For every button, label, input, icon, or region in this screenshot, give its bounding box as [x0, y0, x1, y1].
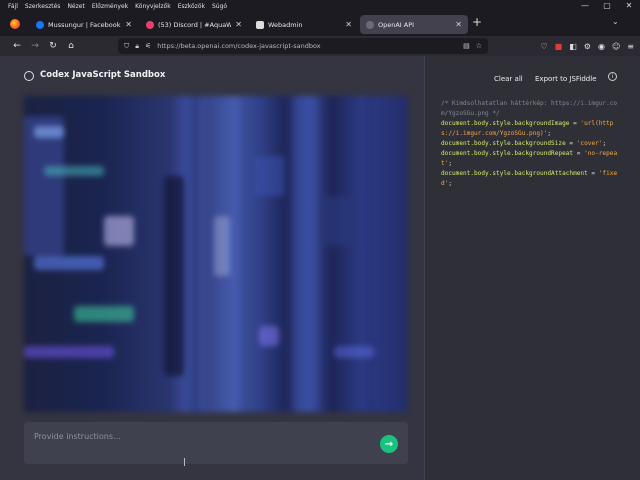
maximize-icon[interactable]: ▢	[596, 0, 618, 12]
pocket-icon[interactable]: ♡	[541, 42, 548, 51]
instructions-placeholder: Provide instructions...	[34, 432, 121, 441]
tab-openai[interactable]: OpenAI API ✕	[360, 15, 468, 34]
openai-logo-icon	[24, 71, 34, 81]
minimize-icon[interactable]: —	[574, 0, 596, 12]
instructions-input[interactable]: Provide instructions... →	[24, 422, 408, 464]
code-line: document.body.style.backgroundImage = 'u…	[441, 120, 614, 137]
code-line: document.body.style.backgroundSize = 'co…	[441, 140, 607, 147]
permissions-icon[interactable]: ⚟	[145, 42, 151, 50]
menu-help[interactable]: Súgó	[212, 3, 227, 10]
send-button[interactable]: →	[380, 435, 398, 453]
account-icon[interactable]: ☺	[612, 42, 620, 51]
tab-discord[interactable]: (53) Discord | #AquaWolf04 ✕	[140, 15, 248, 34]
code-panel: Clear all Export to JSFiddle i /* Kimdso…	[424, 56, 640, 480]
close-tab-icon[interactable]: ✕	[235, 20, 242, 29]
clear-all-button[interactable]: Clear all	[494, 72, 523, 85]
page-title: Codex JavaScript Sandbox	[40, 70, 166, 80]
sandbox-panel: Codex JavaScript Sandbox Provide instruc…	[0, 56, 424, 480]
code-line: document.body.style.backgroundRepeat = '…	[441, 150, 618, 167]
code-line: document.body.style.backgroundAttachment…	[441, 170, 618, 187]
vpn-icon[interactable]: ◉	[598, 42, 605, 51]
back-icon[interactable]: ←	[8, 41, 26, 51]
close-tab-icon[interactable]: ✕	[455, 20, 462, 29]
firefox-icon[interactable]	[10, 19, 20, 29]
reader-view-icon[interactable]: ▤	[463, 42, 470, 50]
facebook-icon	[36, 20, 44, 29]
arrow-right-icon: →	[384, 438, 394, 450]
shield-icon[interactable]: ⛉	[124, 42, 129, 51]
bookmark-star-icon[interactable]: ☆	[476, 42, 482, 50]
tab-label: Webadmin	[268, 20, 303, 29]
reload-icon[interactable]: ↻	[44, 41, 62, 51]
extensions-toolbar: ♡ ■ ◧ ⚙ ◉ ☺ ≡	[541, 38, 635, 54]
tab-label: Mussungur | Facebook	[48, 20, 121, 29]
output-preview	[24, 96, 408, 412]
tab-webadmin[interactable]: Webadmin ✕	[250, 15, 358, 34]
home-icon[interactable]: ⌂	[62, 41, 80, 51]
tab-label: (53) Discord | #AquaWolf04	[158, 20, 232, 29]
list-tabs-icon[interactable]: ⌄	[612, 17, 619, 26]
forward-icon[interactable]: →	[26, 41, 44, 51]
menu-tools[interactable]: Eszközök	[178, 3, 205, 10]
export-jsfiddle-button[interactable]: Export to JSFiddle	[535, 72, 597, 85]
code-editor[interactable]: /* Kimdsolhatatlan háttérkép: https://i.…	[441, 99, 621, 189]
text-cursor	[184, 458, 185, 466]
menu-bar: Fájl Szerkesztés Nézet Előzmények Könyvj…	[0, 0, 640, 12]
close-tab-icon[interactable]: ✕	[125, 20, 132, 29]
tab-facebook[interactable]: Mussungur | Facebook ✕	[30, 15, 138, 34]
info-icon[interactable]: i	[608, 72, 617, 81]
tab-label: OpenAI API	[378, 20, 415, 29]
close-tab-icon[interactable]: ✕	[345, 20, 352, 29]
url-bar[interactable]: ⛉ 🔒︎ ⚟ https://beta.openai.com/codex-jav…	[118, 38, 488, 54]
close-window-icon[interactable]: ✕	[618, 0, 640, 12]
menu-view[interactable]: Nézet	[67, 3, 84, 10]
gear-icon[interactable]: ⚙	[584, 42, 591, 51]
url-text: https://beta.openai.com/codex-javascript…	[157, 42, 321, 50]
hamburger-menu-icon[interactable]: ≡	[627, 42, 634, 51]
ublock-icon[interactable]: ■	[555, 42, 563, 51]
window-controls: — ▢ ✕	[574, 0, 640, 12]
lock-icon[interactable]: 🔒︎	[135, 42, 139, 51]
menu-file[interactable]: Fájl	[8, 3, 18, 10]
new-tab-icon[interactable]: +	[472, 15, 482, 29]
page-content: Codex JavaScript Sandbox Provide instruc…	[0, 56, 640, 480]
extension-icon[interactable]: ◧	[569, 42, 577, 51]
menu-edit[interactable]: Szerkesztés	[25, 3, 61, 10]
menu-history[interactable]: Előzmények	[92, 3, 128, 10]
menu-bookmarks[interactable]: Könyvjelzők	[135, 3, 171, 10]
code-comment: /* Kimdsolhatatlan háttérkép: https://i.…	[441, 100, 618, 117]
openai-icon	[366, 20, 374, 29]
discord-icon	[146, 20, 154, 29]
webadmin-icon	[256, 20, 264, 29]
tab-strip: Mussungur | Facebook ✕ (53) Discord | #A…	[0, 12, 640, 36]
